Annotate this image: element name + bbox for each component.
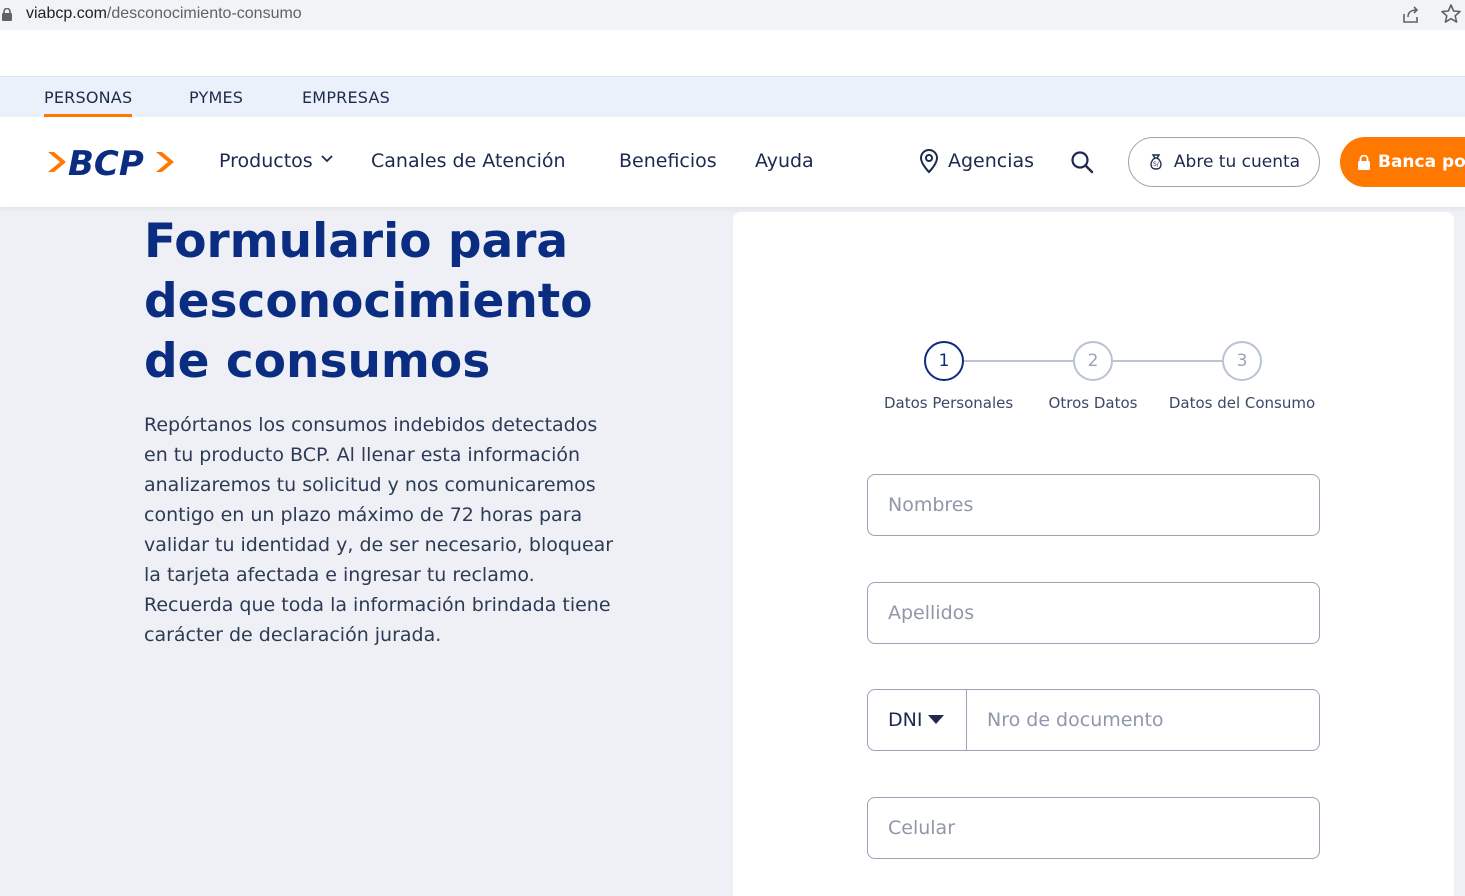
title-line-2: desconocimiento bbox=[144, 274, 593, 329]
nav-productos[interactable]: Productos bbox=[219, 150, 333, 172]
search-icon[interactable] bbox=[1070, 150, 1094, 174]
url-text[interactable]: viabcp.com/desconocimiento-consumo bbox=[26, 5, 302, 23]
apellidos-placeholder: Apellidos bbox=[888, 602, 975, 624]
form-card: 1 2 3 Datos Personales Otros Datos Datos… bbox=[733, 212, 1454, 896]
segment-pymes[interactable]: PYMES bbox=[189, 88, 243, 107]
main-navigation: BCP Productos Canales de Atención Benefi… bbox=[0, 117, 1465, 207]
nav-ayuda[interactable]: Ayuda bbox=[755, 150, 814, 172]
nav-productos-label: Productos bbox=[219, 150, 313, 172]
step-2-label: Otros Datos bbox=[1048, 394, 1138, 412]
celular-placeholder: Celular bbox=[888, 817, 956, 839]
nav-canales[interactable]: Canales de Atención bbox=[371, 150, 566, 172]
bcp-logo[interactable]: BCP bbox=[46, 142, 178, 182]
segment-personas[interactable]: PERSONAS bbox=[44, 88, 133, 117]
step-connector bbox=[1113, 360, 1223, 362]
document-type-select[interactable]: DNI bbox=[868, 690, 967, 750]
document-field-group: DNI Nro de documento bbox=[867, 689, 1320, 751]
celular-field[interactable]: Celular bbox=[867, 797, 1320, 859]
page-description: Repórtanos los consumos indebidos detect… bbox=[144, 414, 614, 646]
caret-down-icon bbox=[928, 715, 945, 724]
document-number-input[interactable]: Nro de documento bbox=[987, 709, 1164, 731]
url-path: /desconocimiento-consumo bbox=[106, 5, 302, 22]
chevron-down-icon bbox=[321, 155, 333, 163]
share-icon[interactable] bbox=[1400, 4, 1422, 26]
svg-text:S/: S/ bbox=[1153, 161, 1160, 168]
title-line-1: Formulario para bbox=[144, 214, 569, 269]
bookmark-star-icon[interactable] bbox=[1440, 3, 1462, 25]
document-type-value: DNI bbox=[888, 709, 923, 731]
money-bag-icon: S/ bbox=[1150, 154, 1162, 170]
location-pin-icon[interactable] bbox=[918, 148, 940, 174]
step-3-circle: 3 bbox=[1222, 341, 1262, 381]
title-line-3: de consumos bbox=[144, 334, 491, 389]
step-1-label: Datos Personales bbox=[884, 394, 1014, 412]
segment-bar: PERSONAS PYMES EMPRESAS bbox=[0, 76, 1465, 117]
page-title: Formulario para desconocimiento de consu… bbox=[144, 212, 624, 392]
lock-icon bbox=[1358, 154, 1370, 170]
nav-agencias[interactable]: Agencias bbox=[948, 150, 1034, 172]
nav-beneficios[interactable]: Beneficios bbox=[619, 150, 717, 172]
lock-icon bbox=[2, 8, 12, 21]
url-host: viabcp.com bbox=[26, 5, 107, 22]
step-1-circle: 1 bbox=[924, 341, 964, 381]
step-2-circle: 2 bbox=[1073, 341, 1113, 381]
page-top-spacer bbox=[0, 30, 1465, 76]
apellidos-field[interactable]: Apellidos bbox=[867, 582, 1320, 644]
nombres-field[interactable]: Nombres bbox=[867, 474, 1320, 536]
segment-empresas[interactable]: EMPRESAS bbox=[302, 88, 390, 107]
nombres-placeholder: Nombres bbox=[888, 494, 974, 516]
browser-address-bar[interactable]: viabcp.com/desconocimiento-consumo bbox=[0, 0, 1465, 30]
banca-por-internet-button[interactable]: Banca por bbox=[1340, 137, 1465, 187]
step-connector bbox=[964, 360, 1074, 362]
svg-text:BCP: BCP bbox=[68, 144, 144, 182]
abre-tu-cuenta-label: Abre tu cuenta bbox=[1173, 152, 1301, 172]
banca-label: Banca por bbox=[1378, 152, 1465, 172]
abre-tu-cuenta-button[interactable]: S/ Abre tu cuenta bbox=[1128, 137, 1320, 187]
step-3-label: Datos del Consumo bbox=[1168, 394, 1316, 412]
